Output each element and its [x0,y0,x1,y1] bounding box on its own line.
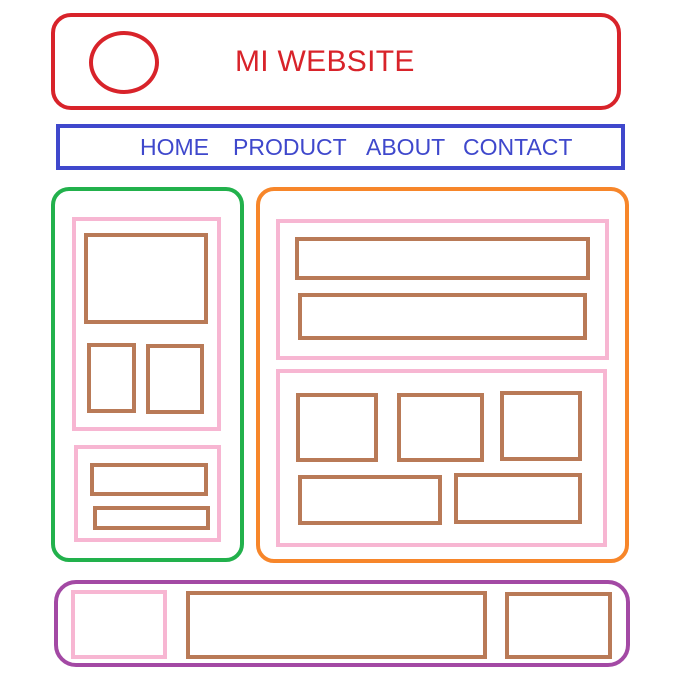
footer-block-center [186,591,487,659]
nav-item-about[interactable]: ABOUT [366,133,445,161]
nav-item-contact[interactable]: CONTACT [463,133,572,161]
main-block-bar-1 [295,237,590,280]
sidebar-block-small-right [146,344,204,414]
main-block-bar-2 [298,293,587,340]
logo-circle [89,31,159,94]
main-block-wide-2 [454,473,582,524]
footer-section-left [71,590,167,659]
nav-item-product[interactable]: PRODUCT [233,133,347,161]
main-block-card-2 [397,393,484,462]
main-block-wide-1 [298,475,442,525]
site-title: MI WEBSITE [235,45,415,78]
footer-block-right [505,592,612,659]
main-block-card-1 [296,393,378,462]
sidebar-block-image [84,233,208,324]
nav-item-home[interactable]: HOME [140,133,209,161]
sidebar-block-bar-1 [90,463,208,496]
main-block-card-3 [500,391,582,461]
sidebar-block-small-left [87,343,136,413]
sidebar-block-bar-2 [93,506,210,530]
